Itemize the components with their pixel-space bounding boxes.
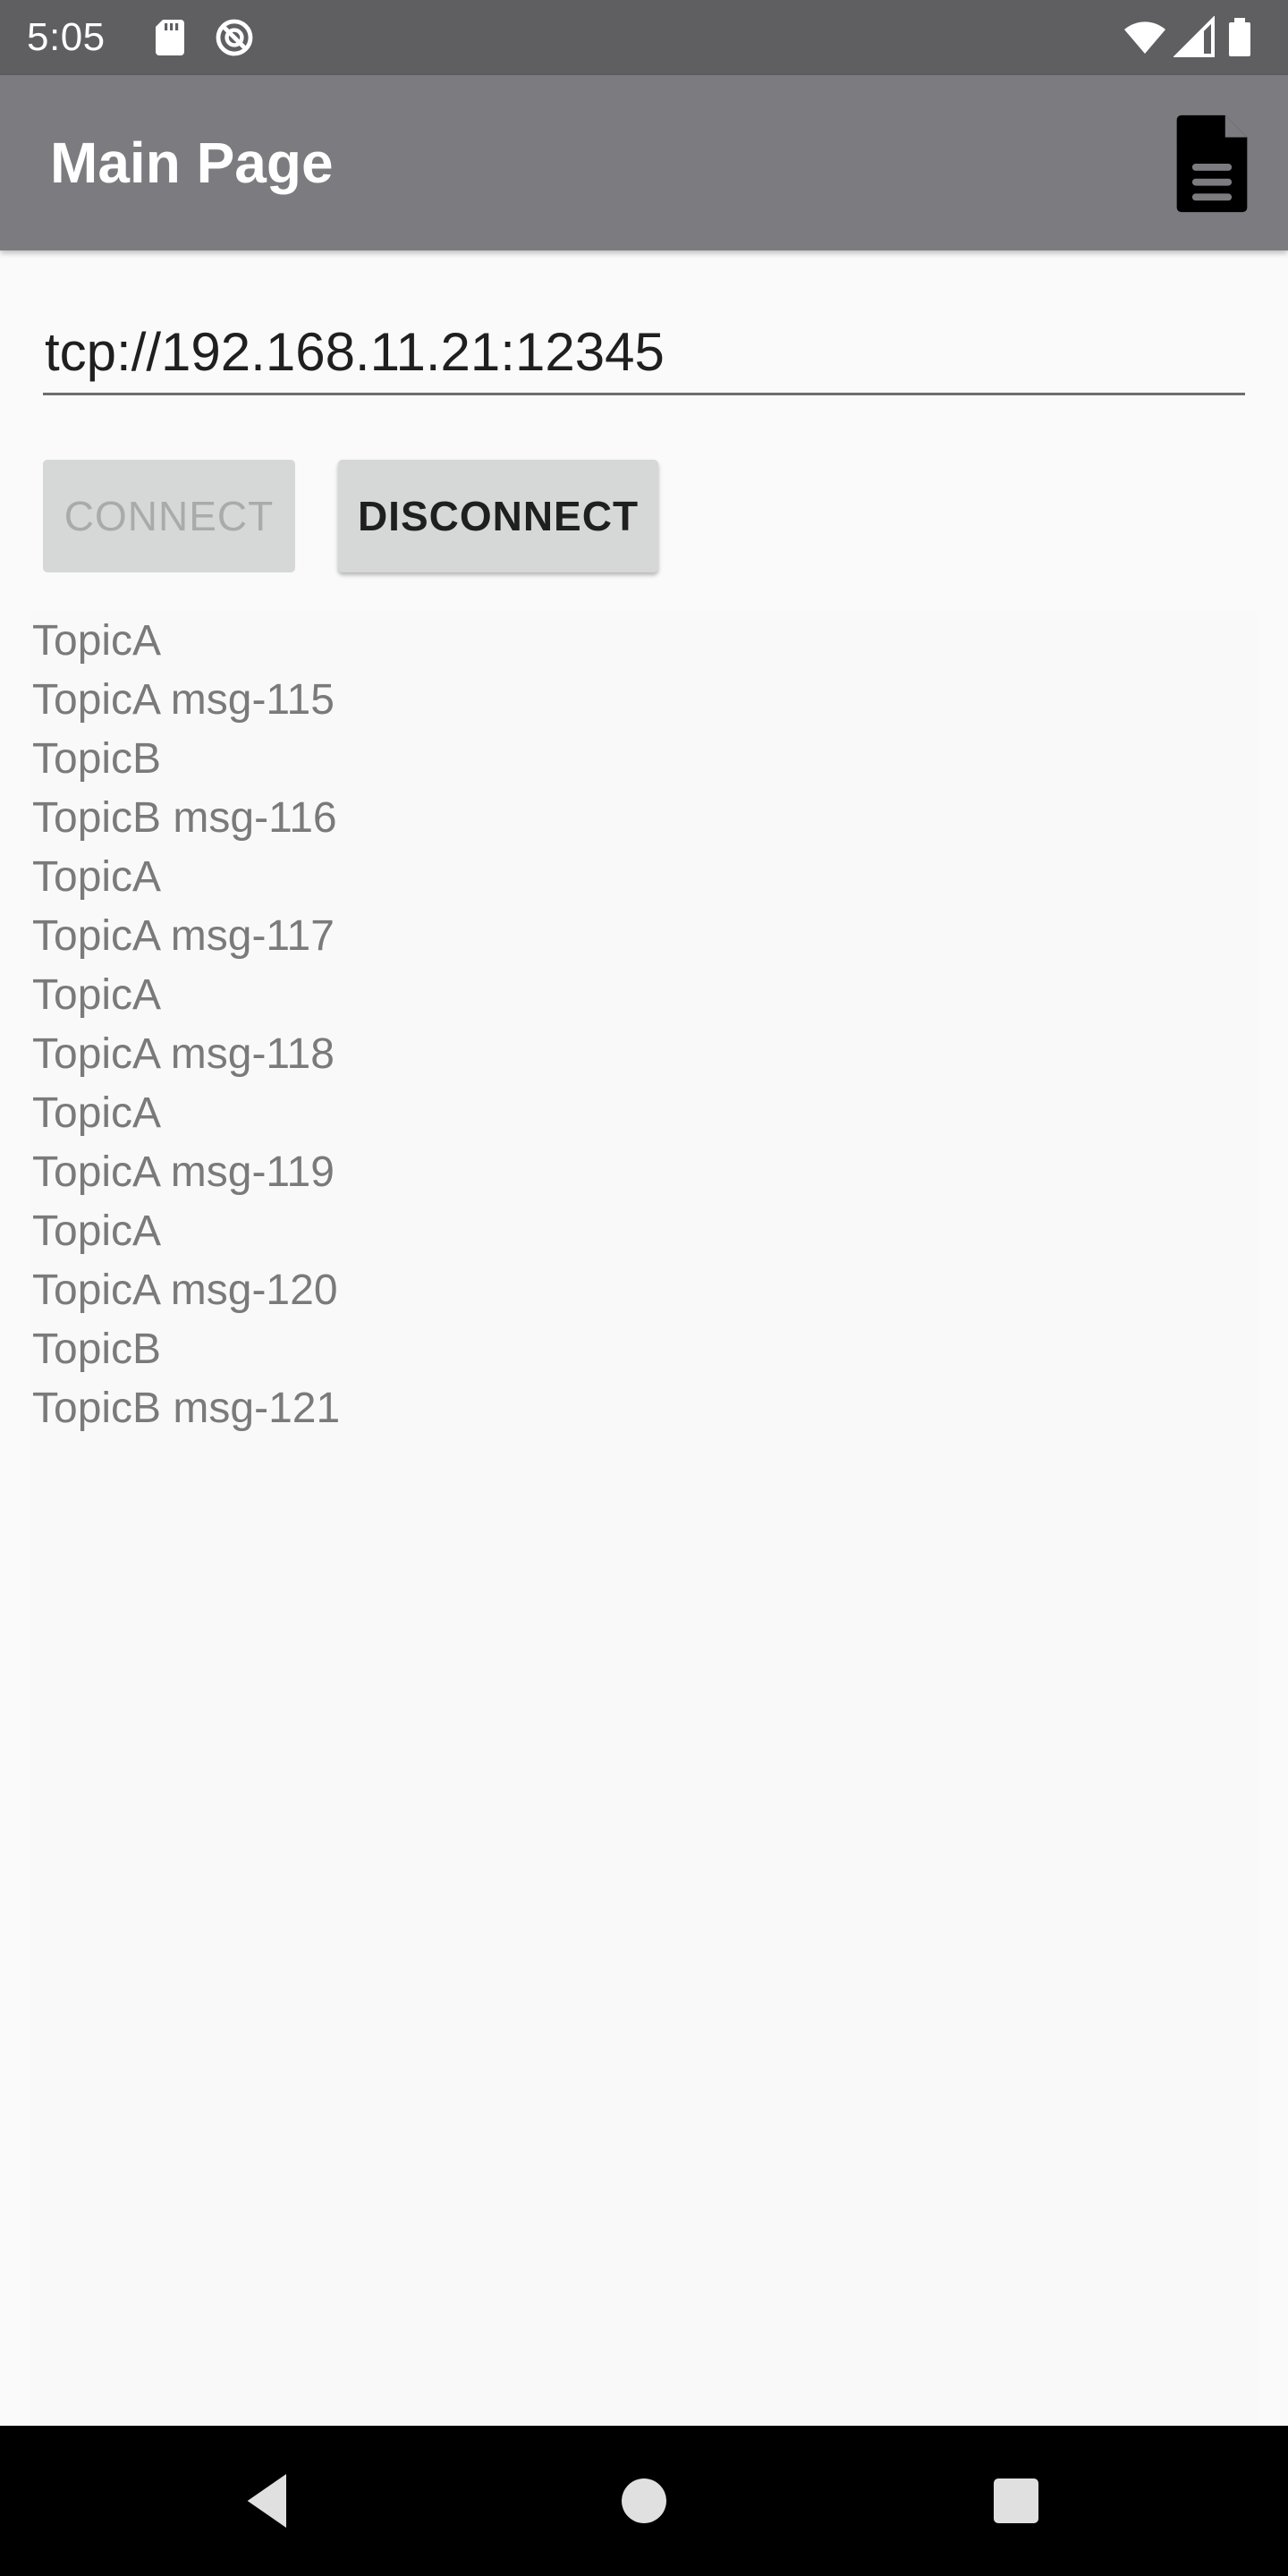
message-line: TopicA msg-120 <box>32 1267 338 1314</box>
battery-icon <box>1229 18 1250 56</box>
message-line: TopicA msg-118 <box>32 1030 335 1078</box>
connect-button[interactable]: CONNECT <box>43 460 295 572</box>
wifi-icon <box>1124 21 1165 54</box>
message-line: TopicA <box>32 853 162 901</box>
message-line: TopicB <box>32 735 162 783</box>
message-line: TopicA msg-117 <box>32 912 335 960</box>
message-line: TopicA <box>32 971 162 1019</box>
home-icon[interactable] <box>608 2465 680 2537</box>
message-line: TopicB msg-116 <box>32 794 337 842</box>
no-sync-icon <box>216 19 253 56</box>
message-line: TopicB msg-121 <box>32 1385 341 1432</box>
disconnect-button[interactable]: DISCONNECT <box>338 460 658 572</box>
message-log: TopicA TopicA msg-115 TopicB TopicB msg-116… <box>30 612 1258 2426</box>
message-line: TopicA <box>32 1089 162 1137</box>
screen: 5:05 Main Page tcp://192.168.11.21:12345… <box>0 0 1288 2576</box>
message-line: TopicB <box>32 1326 162 1373</box>
sd-card-icon <box>156 20 184 55</box>
document-icon[interactable] <box>1163 111 1261 216</box>
message-line: TopicA msg-119 <box>32 1148 335 1196</box>
status-bar: 5:05 <box>0 0 1288 75</box>
recents-icon[interactable] <box>980 2465 1052 2537</box>
navigation-bar <box>0 2426 1288 2576</box>
page-title: Main Page <box>50 131 334 195</box>
message-line: TopicA <box>32 1208 162 1255</box>
broker-url-input[interactable] <box>43 311 1245 395</box>
signal-icon <box>1174 16 1215 57</box>
app-bar: Main Page <box>0 75 1288 250</box>
message-line: TopicA <box>32 617 162 665</box>
status-time: 5:05 <box>27 15 106 59</box>
back-icon[interactable] <box>233 2465 304 2537</box>
message-list: TopicA TopicA msg-115 TopicB TopicB msg-116… <box>32 612 340 1438</box>
message-line: TopicA msg-115 <box>32 676 335 724</box>
